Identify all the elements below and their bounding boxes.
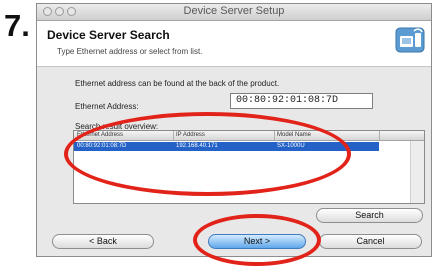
table-row[interactable]: 00:80:92:01:08:7D 192.168.40.171 SX-1000… [74, 142, 379, 151]
cell-ip-address: 192.168.40.171 [176, 143, 218, 149]
column-divider [274, 131, 275, 140]
window-title: Device Server Setup [183, 5, 285, 17]
info-text: Ethernet address can be found at the bac… [75, 79, 280, 88]
page-subtitle: Type Ethernet address or select from lis… [57, 47, 203, 56]
column-header-ip[interactable]: IP Address [176, 131, 205, 140]
network-device-icon [395, 27, 425, 53]
column-divider [379, 131, 380, 140]
table-header: Ethernet Address IP Address Model Name [74, 131, 424, 141]
table-scrollbar[interactable] [410, 141, 424, 203]
next-button[interactable]: Next > [208, 234, 306, 249]
title-bar[interactable]: Device Server Setup [37, 4, 431, 21]
ethernet-address-label: Ethernet Address: [75, 102, 139, 111]
column-header-model[interactable]: Model Name [277, 131, 311, 140]
column-header-ethernet[interactable]: Ethernet Address [77, 131, 123, 140]
column-divider [173, 131, 174, 140]
search-result-table: Ethernet Address IP Address Model Name 0… [73, 130, 425, 204]
setup-window: Device Server Setup Device Server Search… [36, 3, 432, 257]
ethernet-address-input[interactable]: 00:80:92:01:08:7D [230, 93, 373, 109]
cell-ethernet-address: 00:80:92:01:08:7D [77, 143, 127, 149]
step-number: 7. [4, 8, 30, 43]
wizard-header: Device Server Search Type Ethernet addre… [37, 21, 431, 67]
cell-model-name: SX-1000U [277, 143, 305, 149]
back-button[interactable]: < Back [52, 234, 154, 249]
search-button[interactable]: Search [316, 208, 423, 223]
page-title: Device Server Search [47, 28, 170, 42]
cancel-button[interactable]: Cancel [319, 234, 422, 249]
